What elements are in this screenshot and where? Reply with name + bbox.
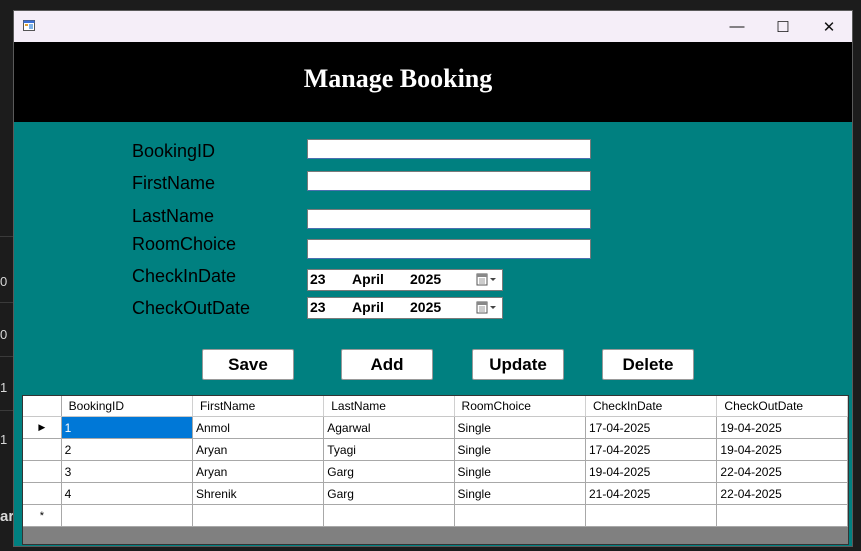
cell-checkout-date[interactable]: 19-04-2025 — [716, 416, 848, 439]
maximize-button[interactable]: ☐ — [760, 11, 806, 42]
cell-first-name[interactable]: Aryan — [192, 460, 325, 483]
checkin-day[interactable]: 23 — [310, 271, 326, 287]
cell-last-name[interactable]: Agarwal — [323, 416, 455, 439]
row-header[interactable]: ▶ — [23, 416, 62, 439]
bookings-grid[interactable]: BookingID FirstName LastName RoomChoice … — [22, 395, 849, 545]
row-header[interactable] — [23, 438, 62, 461]
cell-last-name[interactable]: Garg — [323, 460, 455, 483]
background-text: 0 — [0, 327, 8, 342]
checkout-month[interactable]: April — [352, 299, 384, 315]
save-button[interactable]: Save — [202, 349, 294, 380]
maximize-icon: ☐ — [776, 18, 790, 36]
background-divider — [0, 236, 14, 237]
room-choice-label: RoomChoice — [132, 234, 237, 254]
background-divider — [0, 410, 14, 411]
background-divider — [0, 356, 14, 357]
header-row: BookingID FirstName LastName RoomChoice … — [23, 396, 848, 417]
checkout-day[interactable]: 23 — [310, 299, 326, 315]
column-header-checkout-date[interactable]: CheckOutDate — [716, 396, 848, 417]
add-button[interactable]: Add — [341, 349, 433, 380]
checkin-date-label: CheckInDate — [132, 266, 237, 286]
page-title: Manage Booking — [303, 64, 493, 93]
new-row-icon: * — [39, 509, 44, 522]
first-name-input[interactable] — [307, 171, 591, 191]
booking-id-input[interactable] — [307, 139, 591, 159]
background-text: 0 — [0, 274, 8, 289]
background-text: 1 — [0, 380, 8, 395]
title-bar[interactable]: — ☐ ✕ — [14, 11, 852, 42]
checkin-date-picker[interactable]: 23 April 2025 — [307, 269, 503, 291]
close-button[interactable]: ✕ — [806, 11, 852, 42]
new-cell[interactable] — [61, 504, 193, 527]
cell-checkout-date[interactable]: 19-04-2025 — [716, 438, 848, 461]
cell-first-name[interactable]: Shrenik — [192, 482, 325, 505]
row-header[interactable] — [23, 482, 62, 505]
background-text: ar — [0, 508, 15, 525]
new-cell[interactable] — [454, 504, 586, 527]
cell-checkout-date[interactable]: 22-04-2025 — [716, 482, 848, 505]
bookings-table: BookingID FirstName LastName RoomChoice … — [23, 396, 848, 527]
header-banner: Manage Booking — [14, 42, 852, 122]
cell-checkin-date[interactable]: 21-04-2025 — [585, 482, 718, 505]
new-cell[interactable] — [585, 504, 718, 527]
booking-id-label: BookingID — [132, 141, 216, 161]
delete-button[interactable]: Delete — [602, 349, 694, 380]
table-row[interactable]: ▶ 1 Anmol Agarwal Single 17-04-2025 19-0… — [23, 416, 848, 439]
cell-booking-id[interactable]: 3 — [61, 460, 193, 483]
checkin-year[interactable]: 2025 — [410, 271, 441, 287]
row-header-corner[interactable] — [23, 396, 62, 417]
calendar-dropdown-icon[interactable] — [476, 301, 498, 315]
cell-last-name[interactable]: Tyagi — [323, 438, 455, 461]
cell-room-choice[interactable]: Single — [454, 416, 586, 439]
update-button[interactable]: Update — [472, 349, 564, 380]
last-name-input[interactable] — [307, 209, 591, 229]
booking-form: BookingID FirstName LastName RoomChoice … — [14, 122, 852, 546]
minimize-button[interactable]: — — [714, 11, 760, 42]
new-cell[interactable] — [192, 504, 325, 527]
column-header-last-name[interactable]: LastName — [323, 396, 455, 417]
column-header-booking-id[interactable]: BookingID — [61, 396, 193, 417]
checkout-year[interactable]: 2025 — [410, 299, 441, 315]
first-name-label: FirstName — [132, 173, 216, 193]
cell-booking-id[interactable]: 4 — [61, 482, 193, 505]
close-icon: ✕ — [822, 18, 836, 36]
manage-booking-window: — ☐ ✕ Manage Booking BookingID FirstName… — [13, 10, 853, 547]
row-header[interactable] — [23, 460, 62, 483]
checkout-date-label: CheckOutDate — [132, 298, 251, 318]
room-choice-input[interactable] — [307, 239, 591, 259]
cell-booking-id[interactable]: 2 — [61, 438, 193, 461]
calendar-dropdown-icon[interactable] — [476, 273, 498, 287]
cell-checkout-date[interactable]: 22-04-2025 — [716, 460, 848, 483]
table-row[interactable]: 2 Aryan Tyagi Single 17-04-2025 19-04-20… — [23, 438, 848, 461]
cell-room-choice[interactable]: Single — [454, 438, 586, 461]
column-header-first-name[interactable]: FirstName — [192, 396, 325, 417]
column-header-checkin-date[interactable]: CheckInDate — [585, 396, 718, 417]
cell-first-name[interactable]: Aryan — [192, 438, 325, 461]
checkin-month[interactable]: April — [352, 271, 384, 287]
current-row-icon: ▶ — [38, 422, 46, 432]
minimize-icon: — — [729, 18, 745, 35]
cell-booking-id[interactable]: 1 — [61, 416, 193, 439]
table-row[interactable]: 4 Shrenik Garg Single 21-04-2025 22-04-2… — [23, 482, 848, 505]
cell-checkin-date[interactable]: 19-04-2025 — [585, 460, 718, 483]
checkout-date-picker[interactable]: 23 April 2025 — [307, 297, 503, 319]
cell-checkin-date[interactable]: 17-04-2025 — [585, 416, 718, 439]
cell-room-choice[interactable]: Single — [454, 460, 586, 483]
cell-room-choice[interactable]: Single — [454, 482, 586, 505]
cell-first-name[interactable]: Anmol — [192, 416, 325, 439]
row-header[interactable]: * — [23, 504, 62, 527]
new-row[interactable]: * — [23, 504, 848, 527]
cell-last-name[interactable]: Garg — [323, 482, 455, 505]
table-row[interactable]: 3 Aryan Garg Single 19-04-2025 22-04-202… — [23, 460, 848, 483]
background-divider — [0, 302, 14, 303]
new-cell[interactable] — [323, 504, 455, 527]
app-icon — [23, 20, 35, 31]
new-cell[interactable] — [716, 504, 848, 527]
column-header-room-choice[interactable]: RoomChoice — [454, 396, 586, 417]
background-text: 1 — [0, 432, 8, 447]
cell-checkin-date[interactable]: 17-04-2025 — [585, 438, 718, 461]
last-name-label: LastName — [132, 206, 215, 226]
